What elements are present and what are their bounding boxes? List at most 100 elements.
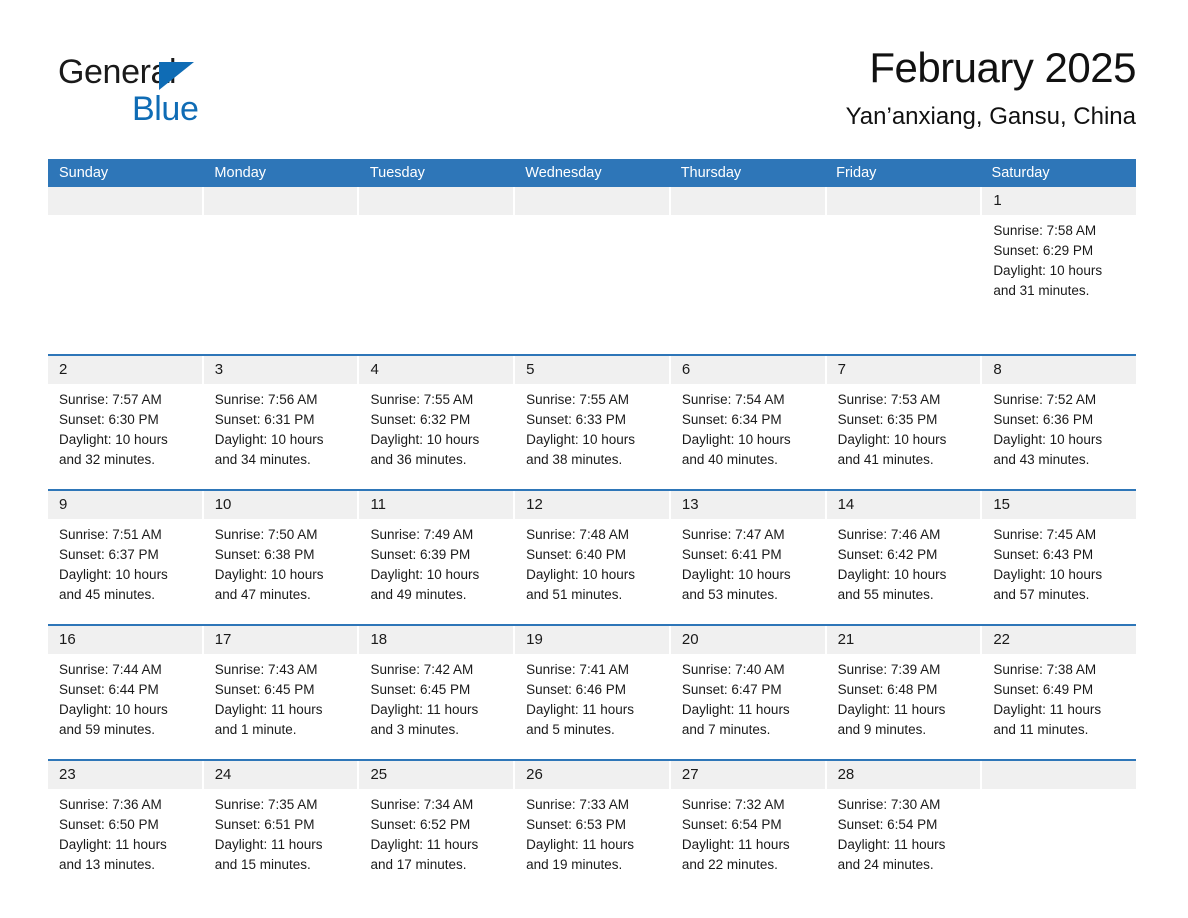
calendar-day-cell[interactable]: 11 Sunrise: 7:49 AM Sunset: 6:39 PM Dayligh… <box>359 491 516 624</box>
calendar-week-row: 23 Sunrise: 7:36 AM Sunset: 6:50 PM Dayligh… <box>48 759 1136 887</box>
sunrise-text: Sunrise: 7:30 AM <box>837 797 941 812</box>
calendar-day-cell[interactable]: 10 Sunrise: 7:50 AM Sunset: 6:38 PM Dayligh… <box>204 491 360 624</box>
day-details: Sunrise: 7:56 AM Sunset: 6:31 PM Daylight:… <box>215 390 341 470</box>
calendar-day-cell[interactable]: 28 Sunrise: 7:30 AM Sunset: 6:54 PM Dayligh… <box>827 761 983 887</box>
sunset-text: Sunset: 6:51 PM <box>214 817 315 832</box>
sunrise-text: Sunrise: 7:51 AM <box>59 527 162 542</box>
calendar-day-cell[interactable]: 9 Sunrise: 7:51 AM Sunset: 6:37 PM Daylight… <box>48 491 204 624</box>
sunrise-text: Sunrise: 7:48 AM <box>526 527 629 542</box>
day-details: Sunrise: 7:33 AM Sunset: 6:53 PM Daylight:… <box>526 795 652 875</box>
calendar-week-row: 2 Sunrise: 7:57 AM Sunset: 6:30 PM Daylight… <box>48 354 1136 489</box>
daylight-text: Daylight: 10 hours and 57 minutes. <box>993 567 1103 602</box>
sunset-text: Sunset: 6:30 PM <box>59 412 159 427</box>
day-number: 9 <box>59 496 68 513</box>
sunrise-text: Sunrise: 7:46 AM <box>837 527 941 542</box>
day-number: 19 <box>526 631 543 648</box>
calendar-day-cell[interactable]: 21 Sunrise: 7:39 AM Sunset: 6:48 PM Dayligh… <box>827 626 983 759</box>
calendar-day-cell[interactable]: 12 Sunrise: 7:48 AM Sunset: 6:40 PM Dayligh… <box>515 491 671 624</box>
calendar-day-cell[interactable]: 4 Sunrise: 7:55 AM Sunset: 6:32 PM Daylight… <box>359 356 516 489</box>
calendar-day-cell[interactable]: 16 Sunrise: 7:44 AM Sunset: 6:44 PM Dayligh… <box>48 626 204 759</box>
calendar-day-cell[interactable]: 17 Sunrise: 7:43 AM Sunset: 6:45 PM Dayligh… <box>204 626 360 759</box>
calendar-day-cell[interactable]: 7 Sunrise: 7:53 AM Sunset: 6:35 PM Daylight… <box>827 356 983 489</box>
day-number: 15 <box>993 496 1010 513</box>
calendar-day-cell[interactable]: 15 Sunrise: 7:45 AM Sunset: 6:43 PM Dayligh… <box>982 491 1136 624</box>
sunrise-text: Sunrise: 7:55 AM <box>526 392 629 407</box>
calendar-day-cell[interactable]: 20 Sunrise: 7:40 AM Sunset: 6:47 PM Dayligh… <box>671 626 827 759</box>
sunrise-text: Sunrise: 7:49 AM <box>370 527 474 542</box>
calendar-day-cell[interactable]: 8 Sunrise: 7:52 AM Sunset: 6:36 PM Daylight… <box>982 356 1136 489</box>
day-number: 26 <box>526 766 543 783</box>
daylight-text: Daylight: 11 hours and 7 minutes. <box>681 702 790 737</box>
sunset-text: Sunset: 6:41 PM <box>681 547 782 562</box>
logo-triangle-icon <box>159 62 194 90</box>
sunset-text: Sunset: 6:42 PM <box>837 547 938 562</box>
daylight-text: Daylight: 10 hours and 34 minutes. <box>214 432 324 467</box>
calendar-week-row: 9 Sunrise: 7:51 AM Sunset: 6:37 PM Daylight… <box>48 489 1136 624</box>
sunrise-text: Sunrise: 7:57 AM <box>59 392 162 407</box>
sunrise-text: Sunrise: 7:38 AM <box>993 662 1097 677</box>
sunrise-text: Sunrise: 7:40 AM <box>681 662 785 677</box>
sunrise-text: Sunrise: 7:33 AM <box>526 797 629 812</box>
day-number: 5 <box>526 361 535 378</box>
calendar-day-cell[interactable]: 24 Sunrise: 7:35 AM Sunset: 6:51 PM Dayligh… <box>204 761 360 887</box>
calendar-day-cell[interactable]: 22 Sunrise: 7:38 AM Sunset: 6:49 PM Dayligh… <box>982 626 1136 759</box>
day-details: Sunrise: 7:50 AM Sunset: 6:38 PM Daylight:… <box>215 525 341 605</box>
weekday-header-monday: Monday <box>214 165 267 181</box>
day-details: Sunrise: 7:55 AM Sunset: 6:33 PM Daylight:… <box>526 390 652 470</box>
calendar-day-cell-empty <box>827 187 983 354</box>
sunrise-text: Sunrise: 7:47 AM <box>681 527 785 542</box>
calendar-day-cell[interactable]: 5 Sunrise: 7:55 AM Sunset: 6:33 PM Daylight… <box>515 356 671 489</box>
sunset-text: Sunset: 6:54 PM <box>681 817 782 832</box>
calendar-day-cell[interactable]: 26 Sunrise: 7:33 AM Sunset: 6:53 PM Dayligh… <box>515 761 671 887</box>
daylight-text: Daylight: 11 hours and 17 minutes. <box>370 837 479 872</box>
calendar-day-cell-empty <box>204 187 360 354</box>
daylight-text: Daylight: 10 hours and 47 minutes. <box>214 567 324 602</box>
calendar-day-cell[interactable]: 14 Sunrise: 7:46 AM Sunset: 6:42 PM Dayligh… <box>827 491 983 624</box>
sunset-text: Sunset: 6:44 PM <box>59 682 159 697</box>
day-details: Sunrise: 7:54 AM Sunset: 6:34 PM Daylight:… <box>682 390 808 470</box>
calendar-day-cell[interactable]: 27 Sunrise: 7:32 AM Sunset: 6:54 PM Dayligh… <box>671 761 827 887</box>
day-number: 20 <box>681 631 699 648</box>
sunrise-text: Sunrise: 7:52 AM <box>993 392 1097 407</box>
daylight-text: Daylight: 11 hours and 24 minutes. <box>837 837 946 872</box>
sunrise-text: Sunrise: 7:39 AM <box>837 662 941 677</box>
calendar-day-cell[interactable]: 6 Sunrise: 7:54 AM Sunset: 6:34 PM Daylight… <box>671 356 827 489</box>
calendar-day-cell[interactable]: 3 Sunrise: 7:56 AM Sunset: 6:31 PM Daylight… <box>204 356 360 489</box>
calendar-day-cell[interactable]: 25 Sunrise: 7:34 AM Sunset: 6:52 PM Dayligh… <box>359 761 516 887</box>
day-details: Sunrise: 7:53 AM Sunset: 6:35 PM Daylight:… <box>838 390 964 470</box>
day-details: Sunrise: 7:36 AM Sunset: 6:50 PM Daylight:… <box>59 795 185 875</box>
day-details: Sunrise: 7:55 AM Sunset: 6:32 PM Daylight:… <box>370 390 496 470</box>
day-number: 24 <box>214 766 232 783</box>
daylight-text: Daylight: 11 hours and 22 minutes. <box>681 837 790 872</box>
calendar-week-row: 1 Sunrise: 7:58 AM Sunset: 6:29 PM Daylight… <box>48 187 1136 354</box>
calendar-day-cell[interactable]: 19 Sunrise: 7:41 AM Sunset: 6:46 PM Dayligh… <box>515 626 671 759</box>
weekday-header-tuesday: Tuesday <box>369 165 425 181</box>
weekday-header-wednesday: Wednesday <box>525 165 602 181</box>
day-number: 25 <box>370 766 388 783</box>
daylight-text: Daylight: 11 hours and 1 minute. <box>214 702 323 737</box>
day-number: 18 <box>370 631 388 648</box>
day-number: 11 <box>370 496 387 513</box>
sunrise-text: Sunrise: 7:36 AM <box>59 797 162 812</box>
day-details: Sunrise: 7:44 AM Sunset: 6:44 PM Daylight:… <box>59 660 185 740</box>
sunset-text: Sunset: 6:43 PM <box>993 547 1094 562</box>
day-details: Sunrise: 7:38 AM Sunset: 6:49 PM Daylight:… <box>993 660 1119 740</box>
title-block: February 2025 Yan’anxiang, Gansu, China <box>845 40 1137 134</box>
day-number: 4 <box>370 361 379 378</box>
daylight-text: Daylight: 10 hours and 40 minutes. <box>681 432 791 467</box>
weekday-header-sunday: Sunday <box>59 165 109 181</box>
calendar-day-cell[interactable]: 1 Sunrise: 7:58 AM Sunset: 6:29 PM Daylight… <box>982 187 1136 354</box>
daylight-text: Daylight: 11 hours and 5 minutes. <box>526 702 634 737</box>
calendar-day-cell[interactable]: 18 Sunrise: 7:42 AM Sunset: 6:45 PM Dayligh… <box>359 626 516 759</box>
daylight-text: Daylight: 11 hours and 9 minutes. <box>837 702 946 737</box>
calendar-day-cell[interactable]: 2 Sunrise: 7:57 AM Sunset: 6:30 PM Daylight… <box>48 356 204 489</box>
daylight-text: Daylight: 11 hours and 11 minutes. <box>993 702 1102 737</box>
daylight-text: Daylight: 11 hours and 3 minutes. <box>370 702 479 737</box>
day-number: 1 <box>993 192 1002 209</box>
generalblue-logo[interactable]: General Blue <box>58 52 258 132</box>
location-subtitle: Yan’anxiang, Gansu, China <box>845 103 1136 130</box>
calendar-day-cell[interactable]: 23 Sunrise: 7:36 AM Sunset: 6:50 PM Dayligh… <box>48 761 204 887</box>
calendar-day-cell[interactable]: 13 Sunrise: 7:47 AM Sunset: 6:41 PM Dayligh… <box>671 491 827 624</box>
sunset-text: Sunset: 6:34 PM <box>681 412 782 427</box>
sunset-text: Sunset: 6:40 PM <box>526 547 626 562</box>
